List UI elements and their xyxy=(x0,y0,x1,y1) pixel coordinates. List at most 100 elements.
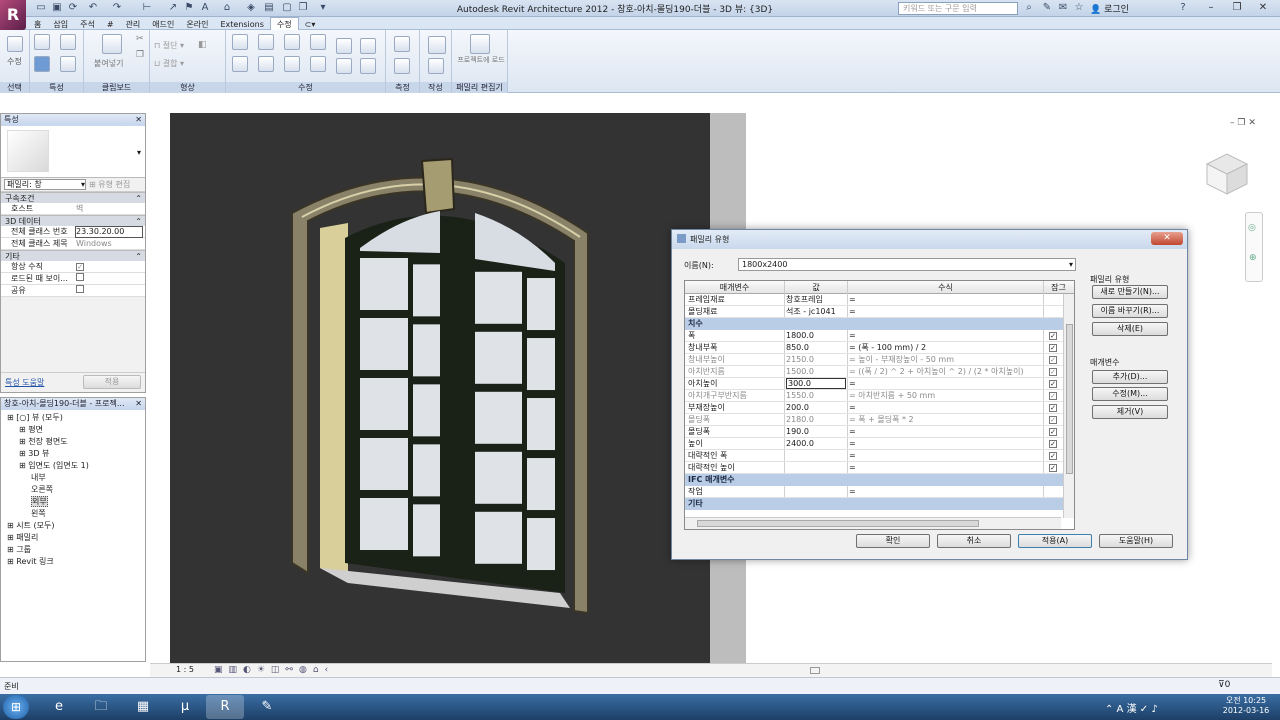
browser-item[interactable]: 오른쪽 xyxy=(1,484,145,496)
property-checkbox[interactable]: ✓ xyxy=(76,263,84,271)
browser-item[interactable]: ⊞ [○] 뷰 (모두) xyxy=(1,412,145,424)
properties-icon[interactable] xyxy=(34,34,50,50)
trim-icon[interactable] xyxy=(310,56,326,72)
parameter-formula[interactable]: = xyxy=(849,486,1039,498)
close-hidden-icon[interactable]: ▢ xyxy=(280,1,294,15)
parameter-row[interactable]: 몰딩폭 190.0 = ✓ xyxy=(685,426,1074,438)
close-view-icon[interactable]: ✕ xyxy=(1248,118,1256,128)
rename-type-button[interactable]: 이름 바꾸기(R)... xyxy=(1092,304,1168,318)
expand-icon[interactable]: ⊞ xyxy=(7,545,16,554)
property-row[interactable]: 항상 수직 ✓ xyxy=(1,261,145,273)
sync-icon[interactable]: ⟳ xyxy=(66,1,80,15)
copy-tool-icon[interactable] xyxy=(258,56,274,72)
browser-item[interactable]: 내부 xyxy=(1,472,145,484)
dimension-icon[interactable]: ↗ xyxy=(166,1,180,15)
measure-tool-icon[interactable] xyxy=(394,36,410,52)
save-icon[interactable]: ▣ xyxy=(50,1,64,15)
property-value[interactable]: 벽 xyxy=(76,203,83,215)
close-button[interactable]: ✕ xyxy=(1250,0,1276,16)
parameter-formula[interactable]: = xyxy=(849,330,1039,342)
property-value[interactable]: Windows xyxy=(76,238,112,250)
utorrent-icon[interactable]: µ xyxy=(166,695,204,719)
help-button[interactable]: 도움말(H) xyxy=(1099,534,1173,548)
expand-icon[interactable]: ⊞ xyxy=(7,533,16,542)
expand-icon[interactable]: ⊞ xyxy=(7,413,16,422)
join-icon[interactable]: ⊔ 결합 ▾ xyxy=(154,58,184,69)
parameter-row[interactable]: 대략적인 폭 = ✓ xyxy=(685,450,1074,462)
login-link[interactable]: 👤 로그인 xyxy=(1090,2,1129,15)
cut-icon[interactable]: ✂ xyxy=(136,34,144,44)
add-parameter-button[interactable]: 추가(D)... xyxy=(1092,370,1168,384)
parameter-value[interactable]: 1500.0 xyxy=(786,366,846,378)
create-assembly-icon[interactable] xyxy=(428,58,444,74)
rotate-icon[interactable] xyxy=(284,56,300,72)
close-icon[interactable]: ✕ xyxy=(135,398,145,410)
parameter-formula[interactable]: = xyxy=(849,450,1039,462)
browser-item[interactable]: 외부 xyxy=(1,496,145,508)
parameter-row[interactable]: 창내부높이 2150.0 = 높이 - 부재장높이 - 50 mm ✓ xyxy=(685,354,1074,366)
cancel-button[interactable]: 취소 xyxy=(937,534,1011,548)
thin-lines-icon[interactable]: ▤ xyxy=(262,1,276,15)
lock-checkbox[interactable]: ✓ xyxy=(1049,368,1057,376)
minimize-button[interactable]: – xyxy=(1198,0,1224,16)
property-value[interactable] xyxy=(76,273,84,285)
family-category-icon[interactable] xyxy=(34,56,50,72)
parameter-value[interactable]: 2400.0 xyxy=(786,438,846,450)
parameter-formula[interactable]: = xyxy=(849,438,1039,450)
expand-icon[interactable]: ⊞ xyxy=(19,461,28,470)
paste-icon[interactable] xyxy=(102,34,122,54)
lock-checkbox[interactable]: ✓ xyxy=(1049,344,1057,352)
clock[interactable]: 오전 10:25 2012-03-16 xyxy=(1216,696,1276,716)
chevron-down-icon[interactable]: ▾ xyxy=(137,148,141,157)
array-icon[interactable] xyxy=(360,38,376,54)
property-row[interactable]: 호스트 벽 xyxy=(1,203,145,215)
parameter-row[interactable]: 대략적인 높이 = ✓ xyxy=(685,462,1074,474)
app-logo[interactable]: R xyxy=(0,0,26,30)
open-icon[interactable]: ▭ xyxy=(34,1,48,15)
measure-icon[interactable]: ⊢ xyxy=(140,1,154,15)
property-checkbox[interactable] xyxy=(76,285,84,293)
parameter-formula[interactable]: = 아치반지름 + 50 mm xyxy=(849,390,1039,402)
property-checkbox[interactable] xyxy=(76,273,84,281)
parameters-grid[interactable]: 매개변수 값 수식 잠그 프레임재료 창호프레임 = 몰딩재료 석조 - jc1041 =… xyxy=(684,280,1075,530)
steering-wheel-icon[interactable]: ◎ xyxy=(1248,223,1256,233)
property-value[interactable]: 23.30.20.00 xyxy=(75,226,143,238)
lock-checkbox[interactable]: ✓ xyxy=(1049,356,1057,364)
horizontal-scroll-thumb[interactable] xyxy=(697,520,979,527)
browser-item[interactable]: 왼쪽 xyxy=(1,508,145,520)
parameter-row[interactable]: 아치높이 300.0 = ✓ xyxy=(685,378,1074,390)
expand-icon[interactable]: ⊞ xyxy=(19,425,28,434)
parameter-row[interactable]: 몰딩폭 2180.0 = 폭 + 몰딩폭 * 2 ✓ xyxy=(685,414,1074,426)
lock-checkbox[interactable]: ✓ xyxy=(1049,440,1057,448)
vertical-scrollbar[interactable] xyxy=(1063,294,1074,518)
property-row[interactable]: 공유 xyxy=(1,285,145,297)
column-header-lock[interactable]: 잠그 xyxy=(1043,281,1073,294)
property-value[interactable] xyxy=(76,285,84,297)
browser-item[interactable]: ⊞ 평면 xyxy=(1,424,145,436)
parameter-formula[interactable]: = xyxy=(849,378,1039,390)
ie-icon[interactable]: e xyxy=(40,695,78,719)
favorites-icon[interactable]: ☆ xyxy=(1072,1,1086,15)
browser-item[interactable]: ⊞ 천장 평면도 xyxy=(1,436,145,448)
property-row[interactable]: 전체 클래스 번호 23.30.20.00 xyxy=(1,226,145,238)
lock-checkbox[interactable]: ✓ xyxy=(1049,428,1057,436)
properties-apply-button[interactable]: 적용 xyxy=(83,375,141,389)
qat-menu-icon[interactable]: ▾ xyxy=(316,1,330,15)
parameter-value[interactable]: 2150.0 xyxy=(786,354,846,366)
lock-checkbox[interactable]: ✓ xyxy=(1049,332,1057,340)
restore-button[interactable]: ❐ xyxy=(1224,0,1250,16)
parameter-row[interactable]: 창내부폭 850.0 = (폭 - 100 mm) / 2 ✓ xyxy=(685,342,1074,354)
parameter-value[interactable]: 1550.0 xyxy=(786,390,846,402)
section-icon[interactable]: ◈ xyxy=(244,1,258,15)
apply-button[interactable]: 적용(A) xyxy=(1018,534,1092,548)
parameter-formula[interactable]: = xyxy=(849,294,1039,306)
properties-help-link[interactable]: 특성 도움말 xyxy=(5,377,44,388)
view-scale[interactable]: 1 : 5 xyxy=(176,665,194,674)
view-control-icons[interactable]: ▣▥◐☀◫⚯◍⌂‹ xyxy=(214,665,334,675)
expand-icon[interactable]: ⊞ xyxy=(19,437,28,446)
restore-view-icon[interactable]: ❐ xyxy=(1237,118,1245,128)
property-section-header[interactable]: 3D 데이터 ⌃ xyxy=(1,215,145,226)
parameter-value[interactable]: 850.0 xyxy=(786,342,846,354)
family-types-icon[interactable] xyxy=(60,56,76,72)
parameter-value[interactable]: 190.0 xyxy=(786,426,846,438)
